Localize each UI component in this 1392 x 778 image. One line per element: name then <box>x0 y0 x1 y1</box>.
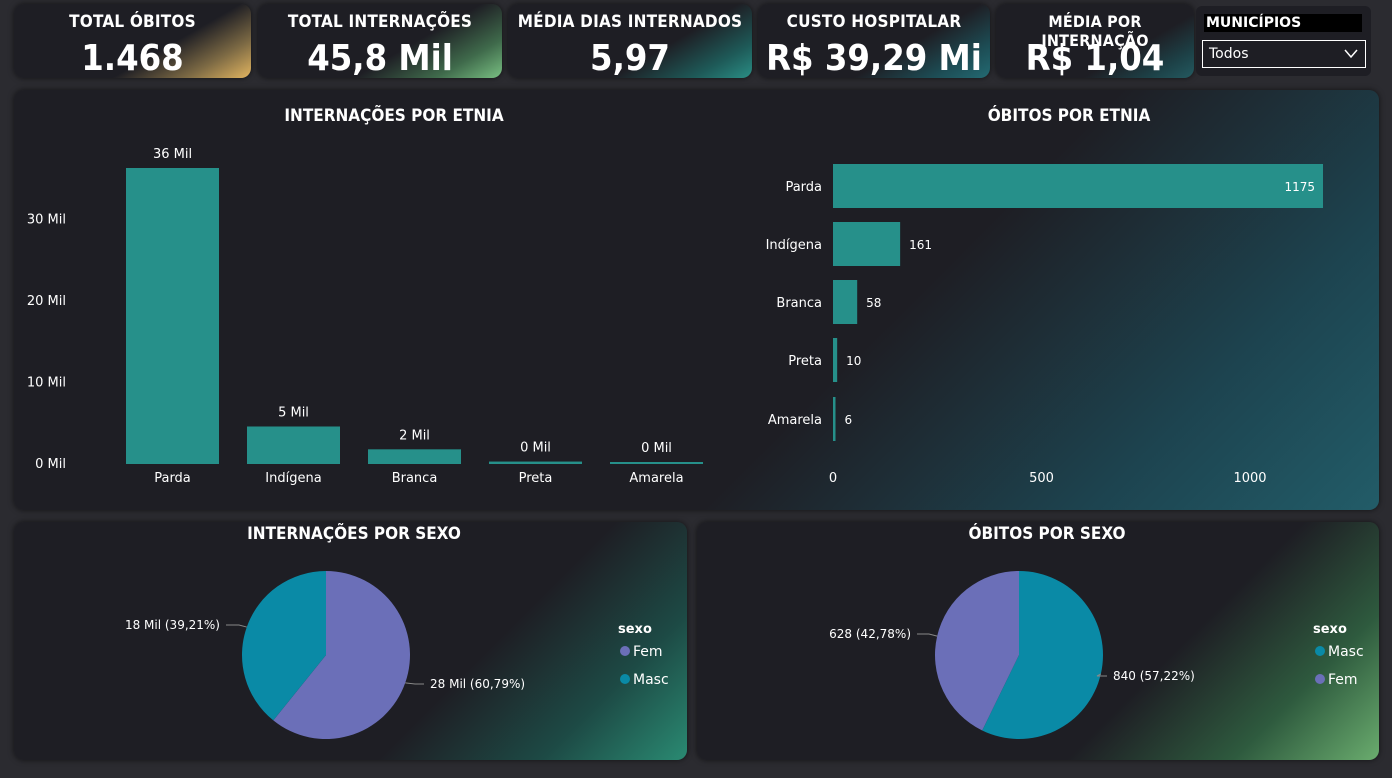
y-tick-label: Branca <box>776 296 822 311</box>
x-tick-label: 1000 <box>1233 471 1266 486</box>
y-tick-label: 20 Mil <box>27 294 66 309</box>
bar <box>368 449 461 464</box>
data-label: 10 <box>846 354 861 368</box>
legend-marker <box>620 674 630 684</box>
legend-title: sexo <box>1313 622 1347 637</box>
kpi-card-total-internacoes: TOTAL INTERNAÇÕES 45,8 Mil <box>258 4 502 78</box>
etnia-charts-svg: 0 Mil 10 Mil 20 Mil 30 Mil 36 Mil Parda 5 Mil I… <box>27 147 1323 486</box>
data-label: 5 Mil <box>278 405 309 420</box>
data-label: 6 <box>845 413 853 427</box>
bar <box>247 426 340 464</box>
y-tick-label: Preta <box>788 354 822 369</box>
bar <box>833 280 858 324</box>
y-tick-label: 10 Mil <box>27 375 66 390</box>
y-tick-label: 30 Mil <box>27 212 66 227</box>
municipios-slicer: MUNICÍPIOS Todos <box>1196 6 1371 76</box>
kpi-value: 45,8 Mil <box>307 38 453 78</box>
legend-label: Fem <box>1328 672 1358 688</box>
bar <box>833 397 836 441</box>
x-tick-label: Preta <box>519 471 553 486</box>
kpi-value: 1.468 <box>81 38 184 78</box>
bar <box>833 164 1323 208</box>
leader-line <box>226 624 247 628</box>
x-tick-label: Parda <box>154 471 191 486</box>
legend-marker <box>620 646 630 656</box>
internacoes-sexo-panel: INTERNAÇÕES POR SEXO 28 Mil (60,79%) 18 M… <box>14 522 687 760</box>
legend-title: sexo <box>618 622 652 637</box>
data-label: 0 Mil <box>641 441 672 456</box>
bar <box>610 462 703 464</box>
kpi-title: CUSTO HOSPITALAR <box>786 12 962 32</box>
obitos-sexo-svg: 840 (57,22%) 628 (42,78%) sexo Masc Fem <box>829 571 1364 739</box>
chevron-down-icon <box>1344 49 1358 59</box>
slice-label: 840 (57,22%) <box>1113 669 1195 683</box>
leader-line <box>917 633 938 637</box>
legend-label: Fem <box>633 644 663 660</box>
kpi-title: MÉDIA DIAS INTERNADOS <box>517 12 743 32</box>
etnia-panel: INTERNAÇÕES POR ETNIA ÓBITOS POR ETNIA 0… <box>14 90 1379 510</box>
obitos-sexo-panel: ÓBITOS POR SEXO 840 (57,22%) 628 (42,78%)… <box>697 522 1379 760</box>
data-label: 0 Mil <box>520 441 551 456</box>
kpi-card-media-internacao: MÉDIA POR INTERNAÇÃO R$ 1,04 Mil <box>996 4 1194 78</box>
data-label: 58 <box>866 296 881 310</box>
x-tick-label: Indígena <box>265 471 321 486</box>
legend-label: Masc <box>1328 644 1364 660</box>
kpi-card-total-obitos: TOTAL ÓBITOS 1.468 <box>14 4 251 78</box>
slice-label: 28 Mil (60,79%) <box>430 677 525 691</box>
slice-label: 18 Mil (39,21%) <box>125 618 220 632</box>
bar <box>126 168 219 464</box>
x-tick-label: 500 <box>1029 471 1054 486</box>
y-tick-label: Indígena <box>766 238 822 253</box>
kpi-card-custo-hospitalar: CUSTO HOSPITALAR R$ 39,29 Mi <box>758 4 990 78</box>
kpi-value: R$ 1,04 Mil <box>1025 38 1165 78</box>
kpi-title: TOTAL ÓBITOS <box>69 12 196 32</box>
data-label: 36 Mil <box>153 147 192 162</box>
kpi-card-media-dias: MÉDIA DIAS INTERNADOS 5,97 <box>508 4 752 78</box>
y-tick-label: Parda <box>785 180 822 195</box>
slicer-title: MUNICÍPIOS <box>1204 14 1362 32</box>
data-label: 2 Mil <box>399 428 430 443</box>
kpi-title: TOTAL INTERNAÇÕES <box>287 12 473 32</box>
legend-marker <box>1315 674 1325 684</box>
kpi-value: 5,97 <box>590 38 670 78</box>
municipios-dropdown[interactable]: Todos <box>1202 40 1366 68</box>
slice-label: 628 (42,78%) <box>829 627 911 641</box>
dropdown-value: Todos <box>1209 46 1249 62</box>
bar <box>833 222 901 266</box>
leader-line <box>405 682 424 685</box>
y-tick-label: 0 Mil <box>35 457 66 472</box>
bar <box>833 338 838 382</box>
data-label: 161 <box>909 238 932 252</box>
data-label: 1175 <box>1284 180 1315 194</box>
x-tick-label: 0 <box>829 471 837 486</box>
y-tick-label: Amarela <box>768 413 822 428</box>
legend-marker <box>1315 646 1325 656</box>
legend-label: Masc <box>633 672 669 688</box>
x-tick-label: Amarela <box>629 471 683 486</box>
internacoes-sexo-svg: 28 Mil (60,79%) 18 Mil (39,21%) sexo Fem Mas… <box>125 571 669 739</box>
x-tick-label: Branca <box>392 471 438 486</box>
bar <box>489 461 582 464</box>
kpi-value: R$ 39,29 Mi <box>766 38 982 78</box>
